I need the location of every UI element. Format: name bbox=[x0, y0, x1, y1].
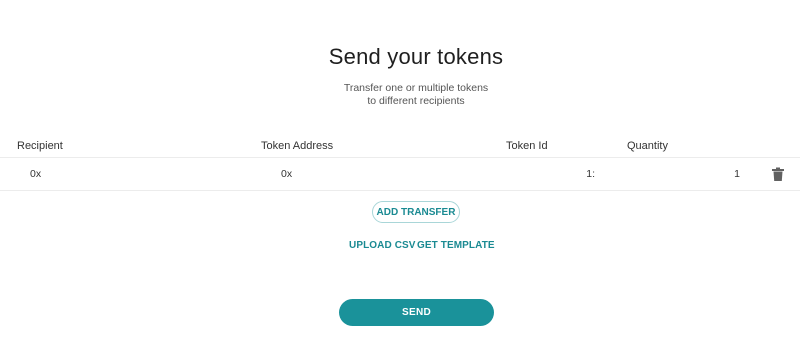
page-title: Send your tokens bbox=[328, 44, 504, 69]
token-address-input[interactable] bbox=[281, 164, 481, 184]
recipient-input[interactable] bbox=[30, 164, 240, 184]
subtitle-line-1: Transfer one or multiple tokens bbox=[343, 82, 489, 94]
send-tokens-page: Send your tokens Transfer one or multipl… bbox=[0, 0, 800, 342]
table-row bbox=[0, 158, 800, 190]
column-header-recipient: Recipient bbox=[17, 140, 63, 152]
subtitle-line-2: to different recipients bbox=[367, 95, 465, 107]
upload-csv-link[interactable]: UPLOAD CSV bbox=[349, 240, 416, 251]
token-id-input[interactable] bbox=[520, 164, 595, 184]
page-subtitle: Transfer one or multiple tokens to diffe… bbox=[0, 82, 800, 108]
add-transfer-button[interactable]: ADD TRANSFER bbox=[372, 201, 460, 223]
row-divider bbox=[0, 190, 800, 191]
column-header-quantity: Quantity bbox=[627, 140, 668, 152]
send-button[interactable]: SEND bbox=[339, 299, 494, 326]
table-header: Recipient Token Address Token Id Quantit… bbox=[0, 138, 800, 158]
trash-icon-graphic bbox=[772, 167, 784, 181]
get-template-link[interactable]: GET TEMPLATE bbox=[417, 240, 495, 251]
column-header-token-address: Token Address bbox=[261, 140, 334, 152]
trash-icon[interactable] bbox=[771, 167, 785, 182]
column-header-token-id: Token Id bbox=[506, 140, 548, 152]
quantity-input[interactable] bbox=[610, 164, 740, 184]
